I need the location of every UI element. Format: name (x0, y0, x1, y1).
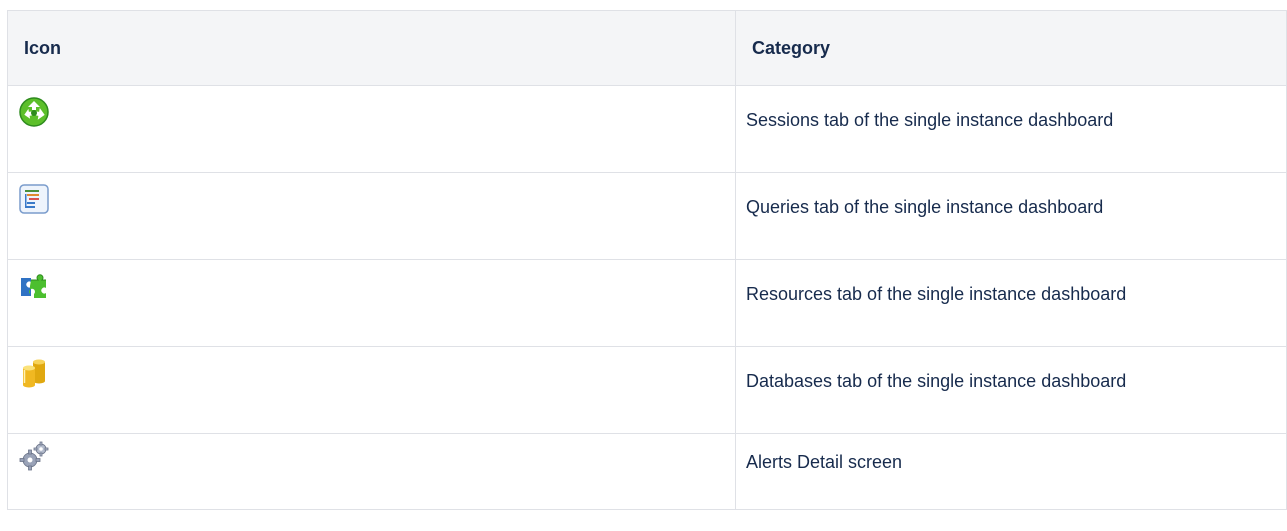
icon-category-table: Icon Category Sessions tab of the single… (7, 10, 1287, 510)
category-text: Queries tab of the single instance dashb… (746, 197, 1104, 217)
icon-cell (7, 433, 736, 510)
icon-cell (7, 85, 736, 173)
category-text: Resources tab of the single instance das… (746, 284, 1127, 304)
icon-cell (7, 346, 736, 434)
icon-cell (7, 172, 736, 260)
category-cell: Queries tab of the single instance dashb… (735, 172, 1287, 260)
table-header-row: Icon Category (7, 10, 1287, 86)
category-cell: Sessions tab of the single instance dash… (735, 85, 1287, 173)
sessions-recycle-icon (19, 97, 49, 127)
table-row: Alerts Detail screen (7, 433, 1287, 510)
category-column-header: Category (735, 10, 1287, 86)
category-cell: Resources tab of the single instance das… (735, 259, 1287, 347)
table-row: Sessions tab of the single instance dash… (7, 85, 1287, 173)
icon-column-header: Icon (7, 10, 736, 86)
table-row: Queries tab of the single instance dashb… (7, 172, 1287, 260)
category-cell: Databases tab of the single instance das… (735, 346, 1287, 434)
category-text: Alerts Detail screen (746, 452, 903, 472)
alerts-gears-icon (19, 441, 49, 471)
resources-puzzle-icon (21, 274, 46, 298)
category-text: Sessions tab of the single instance dash… (746, 110, 1114, 130)
table-row: Databases tab of the single instance das… (7, 346, 1287, 434)
icon-cell (7, 259, 736, 347)
category-cell: Alerts Detail screen (735, 433, 1287, 510)
category-text: Databases tab of the single instance das… (746, 371, 1127, 391)
queries-list-icon (19, 184, 49, 214)
table-row: Resources tab of the single instance das… (7, 259, 1287, 347)
databases-cylinder-icon (23, 359, 45, 388)
